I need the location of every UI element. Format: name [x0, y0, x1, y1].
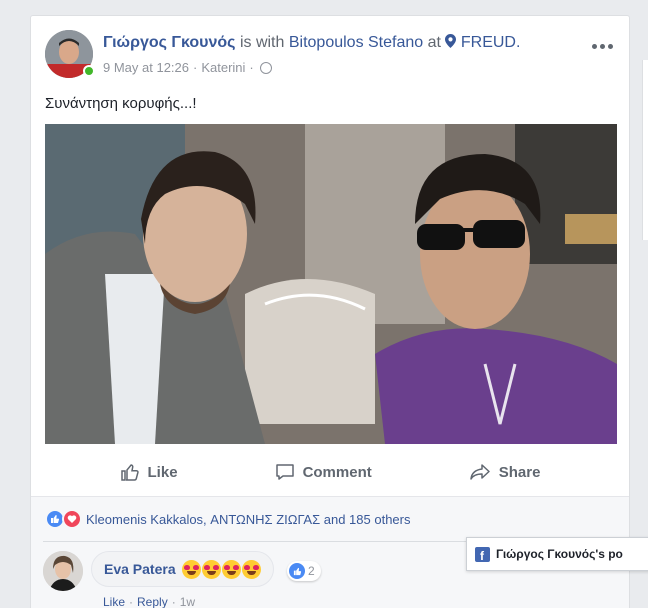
comment-label: Comment: [302, 463, 372, 481]
comment-reaction-count[interactable]: 2: [287, 561, 321, 581]
author-avatar-wrap[interactable]: [45, 30, 95, 78]
post-actions: Like Comment Share: [31, 454, 629, 490]
heart-eyes-emoji-icon: [181, 559, 201, 579]
post-timestamp[interactable]: 9 May at 12:26: [103, 60, 189, 75]
privacy-globe-icon[interactable]: [259, 61, 272, 74]
place-name: FREUD.: [460, 34, 521, 51]
post-header: Γιώργος Γκουνός is with Bitopoulos Stefa…: [45, 30, 615, 80]
reactions-text: Kleomenis Kakkalos, ΑΝΤΩΝΗΣ ΖΙΩΓΑΣ and 1…: [86, 511, 411, 527]
meta-separator: ·: [193, 60, 198, 75]
post-title-line: Γιώργος Γκουνός is with Bitopoulos Stefa…: [103, 34, 520, 52]
like-button[interactable]: Like: [120, 462, 178, 482]
facebook-icon: f: [475, 546, 490, 562]
meta-separator-2: ·: [249, 60, 254, 75]
chat-tab-label: Γιώργος Γκουνός's po: [496, 547, 623, 561]
comment-like-count: 2: [308, 564, 315, 578]
comment-reply-link[interactable]: Reply: [137, 595, 168, 608]
reactions-summary[interactable]: Kleomenis Kakkalos, ΑΝΤΩΝΗΣ ΖΙΩΓΑΣ and 1…: [45, 509, 410, 529]
at-text: at: [427, 34, 441, 51]
tagged-friend-link[interactable]: Bitopoulos Stefano: [289, 34, 423, 51]
comment-sep-2: ·: [171, 595, 176, 608]
post-location[interactable]: Katerini: [201, 60, 245, 75]
post-card: Γιώργος Γκουνός is with Bitopoulos Stefa…: [30, 15, 630, 608]
author-name-link[interactable]: Γιώργος Γκουνός: [103, 34, 235, 51]
post-meta: 9 May at 12:26 · Katerini ·: [103, 60, 272, 75]
heart-eyes-emoji-icon: [221, 559, 241, 579]
comment-bubble-icon: [275, 464, 294, 480]
place-link[interactable]: FREUD.: [445, 34, 520, 51]
comment-like-link[interactable]: Like: [103, 595, 125, 608]
right-column-edge: [642, 60, 648, 240]
comment-button[interactable]: Comment: [275, 462, 372, 482]
share-label: Share: [498, 463, 541, 481]
love-reaction-icon: [62, 509, 82, 529]
comment-like-icon: [289, 563, 305, 579]
heart-eyes-emoji-icon: [241, 559, 261, 579]
post-photo[interactable]: [45, 124, 617, 444]
page-chat-tab[interactable]: f Γιώργος Γκουνός's po: [466, 537, 648, 571]
share-arrow-icon: [470, 464, 490, 480]
post-text: Συνάντηση κορυφής...!: [45, 95, 197, 112]
comment-time[interactable]: 1w: [180, 595, 195, 608]
commenter-avatar[interactable]: [43, 551, 83, 591]
thumbs-up-icon: [120, 464, 139, 481]
heart-eyes-emoji-icon: [201, 559, 221, 579]
share-button[interactable]: Share: [469, 462, 541, 482]
comment-bubble: Eva Patera: [91, 551, 274, 587]
reaction-icons: [45, 509, 82, 529]
more-options-icon[interactable]: [589, 40, 615, 52]
location-pin-icon: [445, 34, 457, 48]
comment-sep-1: ·: [129, 595, 134, 608]
comment-emojis: [181, 559, 261, 579]
comment-actions: Like · Reply · 1w: [103, 595, 195, 608]
online-status-dot: [83, 65, 95, 77]
commenter-name-link[interactable]: Eva Patera: [104, 561, 176, 577]
with-text: is with: [239, 34, 285, 51]
like-label: Like: [147, 463, 178, 481]
